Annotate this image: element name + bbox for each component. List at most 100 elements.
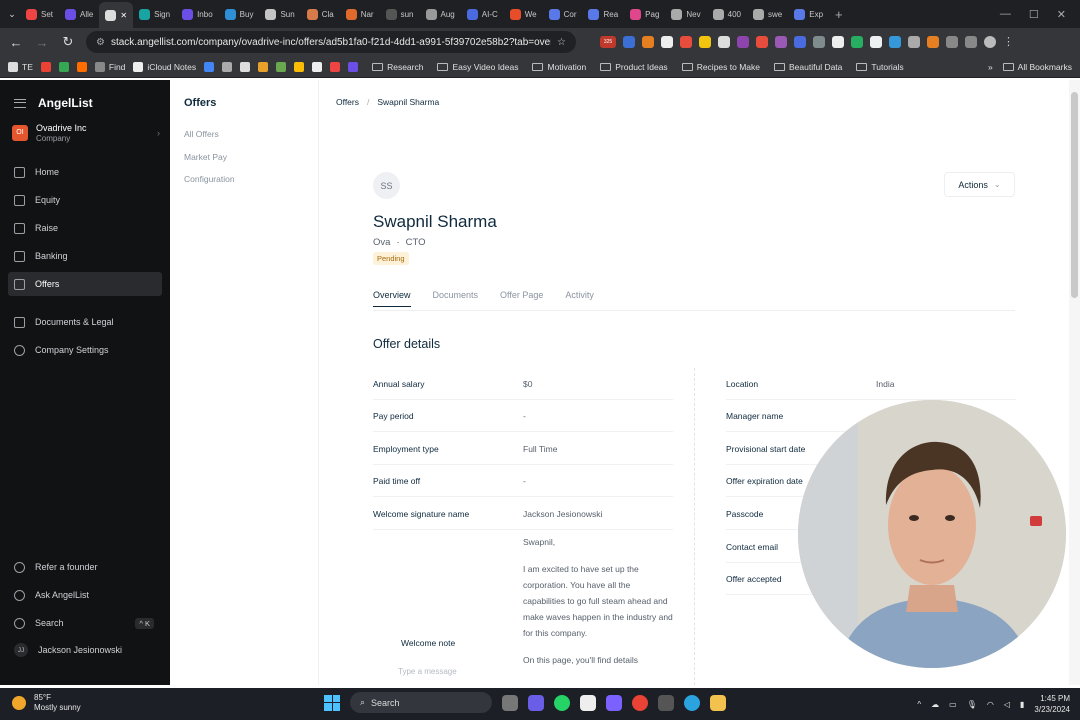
start-icon[interactable] [324, 694, 340, 711]
bookmark-item[interactable] [222, 61, 233, 72]
bookmark-folder[interactable]: Research [372, 62, 423, 72]
extension-icon[interactable] [851, 36, 863, 48]
browser-tab[interactable]: AI-C [461, 3, 504, 25]
sidebar-item-equity[interactable]: Equity [8, 188, 162, 212]
back-icon[interactable]: ← [8, 35, 24, 50]
browser-tab[interactable]: Pag [624, 3, 665, 25]
app-icon[interactable] [606, 694, 622, 711]
extension-icon[interactable] [699, 36, 711, 48]
file-explorer-icon[interactable] [710, 694, 726, 711]
extension-icon[interactable] [870, 36, 882, 48]
app-icon[interactable] [658, 694, 674, 711]
sidebar-item-offers[interactable]: Offers [8, 272, 162, 296]
bookmark-item[interactable] [276, 61, 287, 72]
microphone-icon[interactable]: 🎙 [967, 700, 977, 709]
browser-tab[interactable]: sun [380, 3, 420, 25]
browser-tab[interactable]: swe [747, 3, 788, 25]
clock[interactable]: 1:45 PM 3/23/2024 [1034, 693, 1070, 715]
chevron-up-icon[interactable]: ^ [917, 700, 921, 709]
bookmark-folder[interactable]: Motivation [532, 62, 586, 72]
bookmark-item[interactable]: TE [8, 61, 33, 72]
message-input[interactable]: Type a message [398, 667, 457, 676]
bookmark-item[interactable] [76, 61, 87, 72]
bookmark-item[interactable] [258, 61, 269, 72]
reload-icon[interactable]: ↻ [60, 34, 76, 50]
bookmark-item[interactable] [40, 61, 51, 72]
tab-activity[interactable]: Activity [565, 290, 594, 307]
actions-button[interactable]: Actions ⌄ [944, 172, 1015, 197]
sidebar-item-home[interactable]: Home [8, 160, 162, 184]
extension-icon[interactable] [908, 36, 920, 48]
side-panel-icon[interactable] [965, 36, 977, 48]
maximize-icon[interactable]: ☐ [1029, 8, 1039, 21]
extension-icon[interactable] [794, 36, 806, 48]
sidebar-item-company-settings[interactable]: Company Settings [8, 338, 162, 362]
bookmark-folder[interactable]: Product Ideas [600, 62, 668, 72]
extension-icon[interactable] [737, 36, 749, 48]
extension-icon[interactable] [756, 36, 768, 48]
sidebar-item-ask-angellist[interactable]: Ask AngelList [8, 583, 162, 607]
browser-tab[interactable]: Nar [340, 3, 380, 25]
bookmark-item[interactable] [312, 61, 323, 72]
address-bar[interactable]: ⚙ stack.angellist.com/company/ovadrive-i… [86, 31, 576, 53]
bookmark-folder[interactable]: Recipes to Make [681, 62, 760, 72]
browser-tab[interactable]: Sign [133, 3, 176, 25]
subnav-all-offers[interactable]: All Offers [184, 129, 219, 139]
extensions-puzzle-icon[interactable] [946, 36, 958, 48]
bookmark-item[interactable] [204, 61, 215, 72]
browser-tab[interactable]: Alle [59, 3, 99, 25]
close-window-icon[interactable]: ✕ [1057, 8, 1066, 21]
menu-kebab-icon[interactable]: ⋮ [1003, 36, 1014, 48]
whatsapp-icon[interactable] [554, 694, 570, 711]
menu-icon[interactable] [14, 98, 26, 108]
extension-icon[interactable] [718, 36, 730, 48]
extension-icon[interactable] [642, 36, 654, 48]
bookmark-folder[interactable]: Easy Video Ideas [437, 62, 518, 72]
telegram-icon[interactable] [684, 694, 700, 711]
browser-tab[interactable]: Set [20, 3, 59, 25]
tab-offer-page[interactable]: Offer Page [500, 290, 543, 307]
browser-tab[interactable]: Cla [301, 3, 340, 25]
bookmark-item[interactable]: Find [94, 61, 125, 72]
sidebar-item-documents-legal[interactable]: Documents & Legal [8, 310, 162, 334]
sidebar-item-banking[interactable]: Banking [8, 244, 162, 268]
bookmark-item[interactable] [348, 61, 359, 72]
bookmark-star-icon[interactable]: ☆ [557, 37, 566, 48]
new-tab-button[interactable]: + [835, 7, 843, 22]
tab-documents[interactable]: Documents [433, 290, 479, 307]
extension-icon[interactable] [775, 36, 787, 48]
task-view-icon[interactable] [502, 694, 518, 711]
minimize-icon[interactable]: — [1000, 8, 1011, 20]
browser-tab[interactable]: ✕ [99, 2, 134, 28]
wifi-icon[interactable]: ◠ [987, 700, 994, 709]
extension-icon[interactable] [832, 36, 844, 48]
scrollbar-thumb[interactable] [1071, 92, 1078, 298]
forward-icon[interactable]: → [34, 35, 50, 50]
extension-icon[interactable] [680, 36, 692, 48]
notion-icon[interactable] [580, 694, 596, 711]
sidebar-item-search[interactable]: Search ^ K [8, 611, 162, 635]
app-icon[interactable] [528, 694, 544, 711]
subnav-market-pay[interactable]: Market Pay [184, 152, 227, 162]
close-tab-icon[interactable]: ✕ [120, 11, 127, 20]
taskbar-search[interactable]: ⌕ Search [350, 692, 492, 713]
sidebar-item-raise[interactable]: Raise [8, 216, 162, 240]
browser-tab[interactable]: Inbo [176, 3, 219, 25]
browser-tab[interactable]: We [504, 3, 543, 25]
bookmarks-overflow-icon[interactable]: » [988, 62, 993, 72]
display-icon[interactable]: ▭ [949, 700, 957, 709]
bookmark-folder[interactable]: Beautiful Data [774, 62, 842, 72]
browser-tab[interactable]: Aug [420, 3, 461, 25]
extension-icon[interactable] [623, 36, 635, 48]
speaker-icon[interactable]: ◁ [1004, 700, 1010, 709]
weather-widget[interactable]: 85°F Mostly sunny [12, 693, 81, 713]
profile-avatar[interactable] [984, 36, 996, 48]
browser-tab[interactable]: Buy [219, 3, 260, 25]
user-profile[interactable]: JJ Jackson Jesionowski [8, 638, 162, 662]
company-switcher[interactable]: OI Ovadrive Inc Company › [12, 122, 160, 143]
extension-icon[interactable] [889, 36, 901, 48]
page-scrollbar[interactable] [1069, 80, 1080, 685]
extension-icon[interactable] [813, 36, 825, 48]
bookmark-item[interactable] [294, 61, 305, 72]
bookmark-item[interactable] [330, 61, 341, 72]
